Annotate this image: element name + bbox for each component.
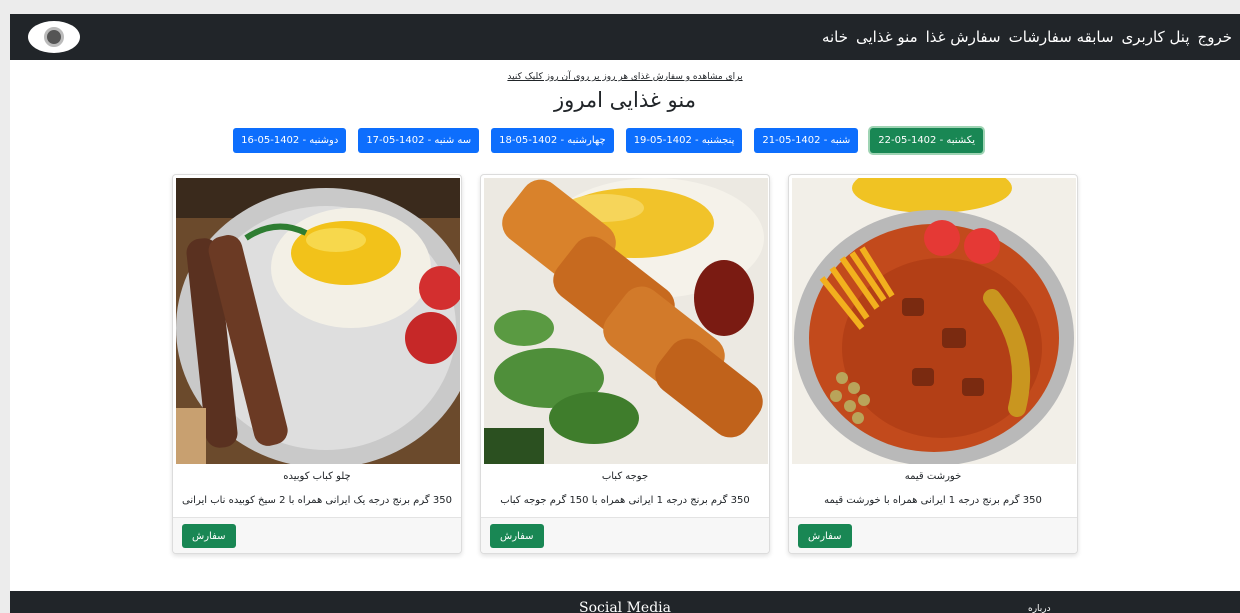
order-button[interactable]: سفارش bbox=[798, 524, 852, 548]
day-button-thursday[interactable]: پنجشنبه - 1402-05-19 bbox=[625, 128, 743, 153]
food-description: 350 گرم برنج درجه یک ایرانی همراه با 2 س… bbox=[182, 495, 452, 506]
day-button-sunday[interactable]: یکشنبه - 1402-05-22 bbox=[870, 128, 983, 153]
logo-icon bbox=[44, 27, 64, 47]
nav-menu[interactable]: منو غذایی bbox=[852, 28, 922, 46]
logo[interactable] bbox=[28, 21, 80, 53]
food-card: جوجه کباب 350 گرم برنج درجه 1 ایرانی همر… bbox=[480, 174, 770, 554]
nav-order[interactable]: سفارش غذا bbox=[922, 28, 1005, 46]
food-name: جوجه کباب bbox=[601, 471, 649, 482]
order-button[interactable]: سفارش bbox=[490, 524, 544, 548]
day-button-tuesday[interactable]: سه شنبه - 1402-05-17 bbox=[358, 128, 480, 153]
page: خانه منو غذایی سفارش غذا سابقه سفارشات پ… bbox=[10, 14, 1240, 613]
nav-user-panel[interactable]: پنل کاربری bbox=[1118, 28, 1194, 46]
food-name: چلو کباب کوبیده bbox=[283, 471, 351, 482]
card-footer: سفارش bbox=[481, 517, 769, 553]
hint-link[interactable]: برای مشاهده و سفارش غذای هر روز بر روی آ… bbox=[10, 72, 1240, 82]
card-footer: سفارش bbox=[789, 517, 1077, 553]
food-name: خورشت قیمه bbox=[904, 471, 962, 482]
page-title: منو غذایی امروز bbox=[554, 88, 696, 112]
day-button-monday[interactable]: دوشنبه - 1402-05-16 bbox=[233, 128, 347, 153]
joojeh-kabab-photo bbox=[484, 178, 768, 464]
navbar: خانه منو غذایی سفارش غذا سابقه سفارشات پ… bbox=[10, 14, 1240, 60]
social-media-heading: Social Media bbox=[578, 600, 672, 613]
day-buttons: دوشنبه - 1402-05-16 سه شنبه - 1402-05-17… bbox=[233, 128, 983, 153]
food-cards: چلو کباب کوبیده 350 گرم برنج درجه یک ایر… bbox=[172, 174, 1080, 554]
food-description: 350 گرم برنج درجه 1 ایرانی همراه با 150 … bbox=[500, 495, 750, 506]
food-description: 350 گرم برنج درجه 1 ایرانی همراه با خورش… bbox=[824, 495, 1042, 506]
food-card: خورشت قیمه 350 گرم برنج درجه 1 ایرانی هم… bbox=[788, 174, 1078, 554]
order-button[interactable]: سفارش bbox=[182, 524, 236, 548]
nav-links: خانه منو غذایی سفارش غذا سابقه سفارشات پ… bbox=[818, 14, 1236, 60]
khoresh-gheimeh-photo bbox=[792, 178, 1076, 464]
day-button-wednesday[interactable]: چهارشنبه - 1402-05-18 bbox=[491, 128, 614, 153]
nav-history[interactable]: سابقه سفارشات bbox=[1005, 28, 1118, 46]
card-footer: سفارش bbox=[173, 517, 461, 553]
nav-home[interactable]: خانه bbox=[818, 28, 852, 46]
footer-about-link[interactable]: درباره bbox=[1028, 604, 1051, 613]
day-button-saturday[interactable]: شنبه - 1402-05-21 bbox=[754, 128, 859, 153]
nav-logout[interactable]: خروج bbox=[1194, 28, 1236, 46]
food-card: چلو کباب کوبیده 350 گرم برنج درجه یک ایر… bbox=[172, 174, 462, 554]
kabab-koobideh-photo bbox=[176, 178, 460, 464]
